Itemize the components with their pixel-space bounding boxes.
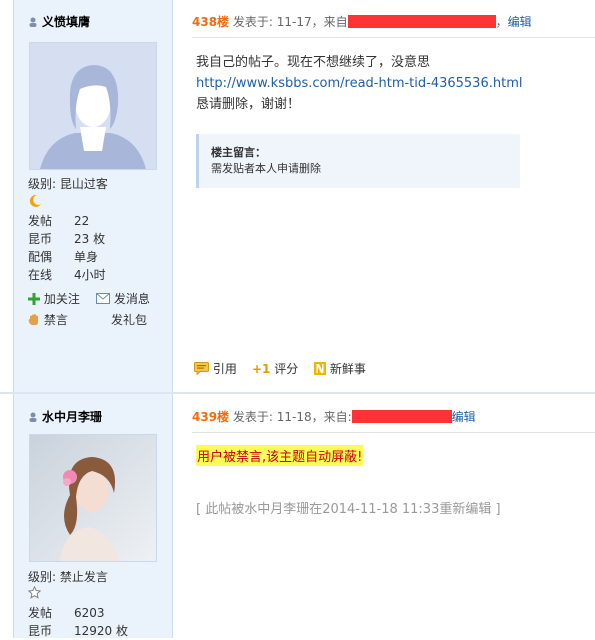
message-button[interactable]: 发消息: [96, 290, 150, 307]
post-main: 439楼 发表于: 11-18，来自: 编辑 用户被禁言,该主题自动屏蔽! [ 此…: [174, 394, 595, 638]
stat-row: 昆币 12920 枚: [28, 624, 128, 638]
user-stats: 发帖 22 昆币 23 枚 配偶 单身 在线 4小时: [28, 212, 168, 284]
post-header: 439楼 发表于: 11-18，来自: 编辑: [192, 408, 476, 425]
user-actions: 加关注 发消息 禁言 发礼包: [28, 290, 168, 330]
edit-link[interactable]: 编辑: [452, 410, 476, 424]
edit-note: [ 此帖被水中月李珊在2014-11-18 11:33重新编辑 ]: [196, 502, 501, 517]
moon-icon: [28, 194, 108, 211]
username[interactable]: 水中月李珊: [28, 408, 102, 425]
post-meta: 发表于: 11-18，来自:: [232, 410, 352, 424]
avatar[interactable]: [29, 434, 157, 562]
user-level: 级别: 禁止发言: [27, 568, 108, 602]
post-content: 我自己的帖子。现在不想继续了，没意思 http://www.ksbbs.com/…: [196, 55, 523, 112]
username[interactable]: 义愤填膺: [28, 13, 90, 30]
user-icon: [28, 16, 38, 27]
content-link[interactable]: http://www.ksbbs.com/read-htm-tid-436553…: [196, 73, 522, 94]
stat-row: 发帖 6203: [28, 606, 105, 620]
edit-link[interactable]: 编辑: [508, 15, 532, 29]
stat-row: 昆币 23 枚: [28, 232, 106, 246]
post-actions: 引用 +1 评分 新鲜事: [194, 360, 394, 380]
avatar[interactable]: [29, 42, 157, 170]
floor-number[interactable]: 438楼: [192, 15, 229, 29]
fresh-button[interactable]: 新鲜事: [314, 360, 366, 377]
post-meta: 发表于: 11-17，来自: [232, 15, 348, 29]
redaction: [347, 15, 496, 28]
post-438: 义愤填膺 级别: 昆山过客 发帖22 昆币23 枚 配偶单身 在线4小时: [0, 0, 595, 392]
ban-button[interactable]: 禁言: [28, 311, 68, 328]
moderator-note: 楼主留言： 需发贴者本人申请删除: [196, 134, 520, 188]
stat-row: 在线 4小时: [28, 268, 106, 282]
envelope-icon: [96, 293, 110, 304]
hand-icon: [28, 314, 38, 325]
follow-button[interactable]: 加关注: [28, 290, 80, 307]
post-main: 438楼 发表于: 11-17，来自 ，编辑 我自己的帖子。现在不想继续了，没意思…: [174, 0, 595, 392]
separator: ，: [495, 15, 508, 29]
user-stats: 发帖 6203 昆币 12920 枚: [28, 604, 168, 640]
divider: [192, 432, 595, 433]
plus-one-icon: +1: [252, 362, 271, 376]
quote-icon: [194, 362, 209, 376]
plus-icon: [28, 293, 40, 305]
post-439: 水中月李珊 级别: 禁止发言 发帖 6203 昆币 12920 枚 439楼 发…: [0, 394, 595, 638]
redaction: [351, 410, 452, 423]
user-sidebar: 义愤填膺 级别: 昆山过客 发帖22 昆币23 枚 配偶单身 在线4小时: [13, 0, 173, 392]
floor-number[interactable]: 439楼: [192, 410, 229, 424]
stat-row: 配偶 单身: [28, 250, 99, 264]
post-header: 438楼 发表于: 11-17，来自 ，编辑: [192, 13, 532, 30]
gift-button[interactable]: 发礼包: [111, 311, 147, 328]
banned-notice: 用户被禁言,该主题自动屏蔽!: [196, 445, 364, 466]
user-sidebar: 水中月李珊 级别: 禁止发言 发帖 6203 昆币 12920 枚: [13, 394, 173, 638]
user-icon: [28, 411, 38, 422]
news-icon: [314, 362, 326, 375]
user-level: 级别: 昆山过客: [28, 175, 108, 211]
divider: [192, 37, 595, 38]
quote-button[interactable]: 引用: [194, 360, 237, 377]
stat-row: 发帖 22: [28, 214, 90, 228]
star-outline-icon: [27, 585, 108, 602]
rate-button[interactable]: +1 评分: [252, 360, 298, 377]
